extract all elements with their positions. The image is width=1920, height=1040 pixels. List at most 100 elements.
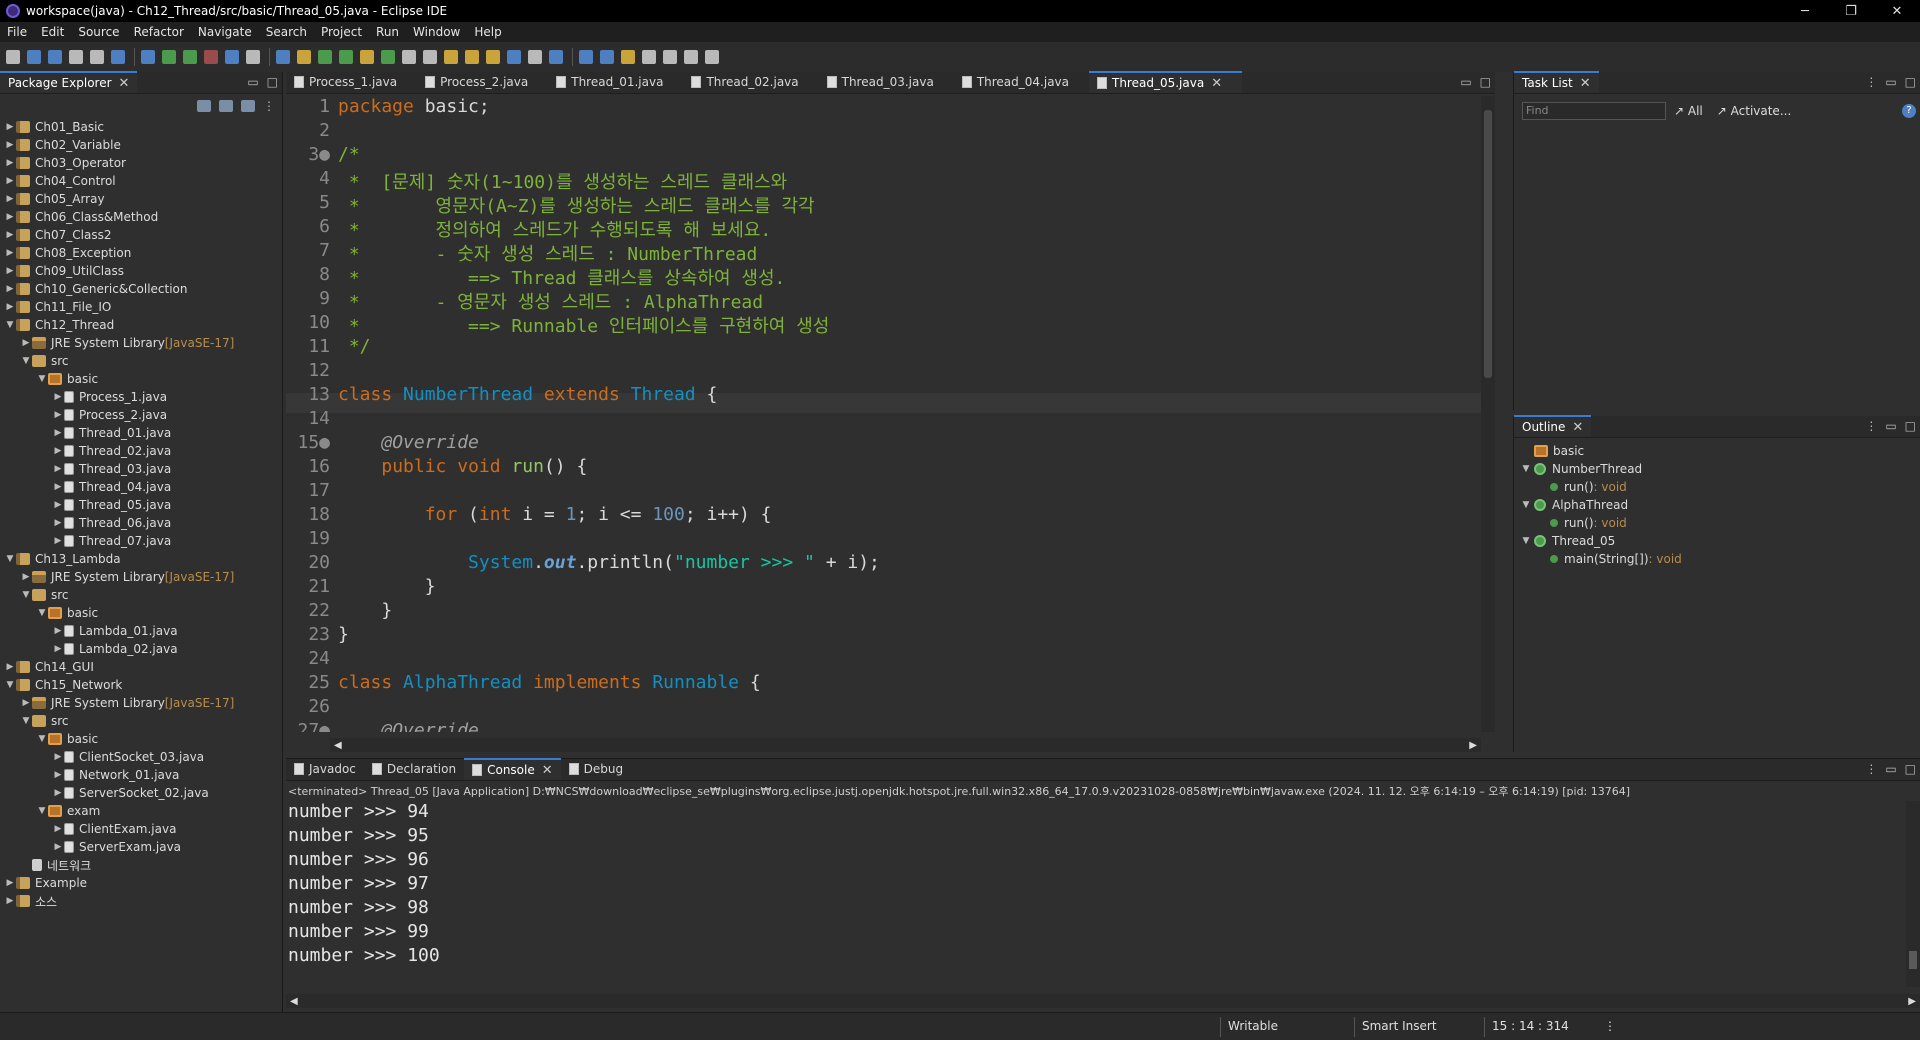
tree-item[interactable]: ▼ basic <box>0 370 283 388</box>
console-hscroll[interactable]: ◀ ▶ <box>286 994 1920 1008</box>
link-editor-icon[interactable] <box>219 100 233 112</box>
scroll-left-icon[interactable]: ◀ <box>334 740 342 751</box>
toolbar-button-icon[interactable] <box>141 50 155 64</box>
outline-item[interactable]: run() : void <box>1518 514 1682 532</box>
tree-item[interactable]: ▼ Ch12_Thread <box>0 316 283 334</box>
toolbar-button-icon[interactable] <box>528 50 542 64</box>
tab-javadoc[interactable]: Javadoc <box>286 758 364 780</box>
chevron-right-icon[interactable]: ▶ <box>4 662 16 672</box>
chevron-right-icon[interactable]: ▶ <box>20 338 32 348</box>
chevron-right-icon[interactable]: ▶ <box>52 842 64 852</box>
help-icon[interactable]: ? <box>1902 104 1916 118</box>
maximize-icon[interactable]: □ <box>267 75 278 89</box>
chevron-right-icon[interactable]: ▶ <box>4 140 16 150</box>
chevron-right-icon[interactable]: ▶ <box>52 446 64 456</box>
view-menu-icon[interactable]: ⋮ <box>263 99 275 113</box>
toolbar-button-icon[interactable] <box>444 50 458 64</box>
toolbar-button-icon[interactable] <box>204 50 218 64</box>
close-icon[interactable]: ✕ <box>119 76 130 91</box>
chevron-right-icon[interactable]: ▶ <box>4 878 16 888</box>
toolbar-button-icon[interactable] <box>684 50 698 64</box>
toolbar-button-icon[interactable] <box>642 50 656 64</box>
tree-item[interactable]: ▼ Ch15_Network <box>0 676 283 694</box>
tree-item[interactable]: ▼ Ch13_Lambda <box>0 550 283 568</box>
status-menu-icon[interactable]: ⋮ <box>1604 1019 1616 1033</box>
minimize-icon[interactable]: ▭ <box>247 75 258 89</box>
tree-item[interactable]: ▶ Thread_04.java <box>0 478 283 496</box>
toolbar-button-icon[interactable] <box>621 50 635 64</box>
chevron-right-icon[interactable]: ▶ <box>4 212 16 222</box>
menu-run[interactable]: Run <box>369 25 406 39</box>
tree-item[interactable]: ▶ Ch01_Basic <box>0 118 283 136</box>
outline-item[interactable]: ▼ AlphaThread <box>1518 496 1682 514</box>
minimize-icon[interactable]: ▭ <box>1885 419 1896 433</box>
chevron-down-icon[interactable]: ▼ <box>4 320 16 330</box>
outline-item[interactable]: ▼ Thread_05 <box>1518 532 1682 550</box>
chevron-down-icon[interactable]: ▼ <box>36 608 48 618</box>
collapse-all-icon[interactable] <box>197 100 211 112</box>
tree-item[interactable]: ▶ ServerSocket_02.java <box>0 784 283 802</box>
scroll-left-icon[interactable]: ◀ <box>290 996 298 1007</box>
chevron-right-icon[interactable]: ▶ <box>52 410 64 420</box>
tree-item[interactable]: ▶ Ch08_Exception <box>0 244 283 262</box>
scroll-right-icon[interactable]: ▶ <box>1908 996 1916 1007</box>
tab-package-explorer[interactable]: Package Explorer ✕ <box>0 71 138 93</box>
chevron-right-icon[interactable]: ▶ <box>4 176 16 186</box>
maximize-icon[interactable]: □ <box>1905 419 1916 433</box>
close-icon[interactable]: ✕ <box>1572 420 1583 435</box>
task-find-input[interactable]: Find <box>1522 102 1666 120</box>
view-menu-icon[interactable]: ⋮ <box>1865 762 1877 776</box>
tree-item[interactable]: ▶ 소스 <box>0 892 283 910</box>
chevron-down-icon[interactable]: ▼ <box>36 374 48 384</box>
close-icon[interactable]: ✕ <box>542 763 553 778</box>
toolbar-button-icon[interactable] <box>402 50 416 64</box>
minimize-button[interactable]: ─ <box>1782 4 1828 19</box>
chevron-down-icon[interactable]: ▼ <box>1518 536 1534 546</box>
tree-item[interactable]: ▶ JRE System Library [JavaSE-17] <box>0 694 283 712</box>
editor-vscroll[interactable] <box>1481 96 1495 732</box>
chevron-right-icon[interactable]: ▶ <box>4 302 16 312</box>
chevron-right-icon[interactable]: ▶ <box>52 482 64 492</box>
view-menu-icon[interactable]: ⋮ <box>1865 75 1877 89</box>
minimize-icon[interactable]: ▭ <box>1885 75 1896 89</box>
menu-file[interactable]: File <box>0 25 34 39</box>
tree-item[interactable]: ▶ JRE System Library [JavaSE-17] <box>0 568 283 586</box>
menu-search[interactable]: Search <box>259 25 314 39</box>
maximize-icon[interactable]: □ <box>1480 75 1491 89</box>
chevron-right-icon[interactable]: ▶ <box>52 392 64 402</box>
maximize-icon[interactable]: □ <box>1905 75 1916 89</box>
menu-help[interactable]: Help <box>467 25 508 39</box>
editor-tab[interactable]: Thread_03.java <box>819 71 954 93</box>
chevron-down-icon[interactable]: ▼ <box>1518 500 1534 510</box>
chevron-right-icon[interactable]: ▶ <box>4 896 16 906</box>
menu-window[interactable]: Window <box>406 25 467 39</box>
outline-item[interactable]: main(String[]) : void <box>1518 550 1682 568</box>
chevron-down-icon[interactable]: ▼ <box>4 554 16 564</box>
tree-item[interactable]: ▶ Thread_05.java <box>0 496 283 514</box>
chevron-right-icon[interactable]: ▶ <box>52 428 64 438</box>
console-output[interactable]: number >>> 94 number >>> 95 number >>> 96 n… <box>288 801 440 969</box>
menu-edit[interactable]: Edit <box>34 25 71 39</box>
chevron-down-icon[interactable]: ▼ <box>36 806 48 816</box>
tree-item[interactable]: ▶ Lambda_01.java <box>0 622 283 640</box>
chevron-down-icon[interactable]: ▼ <box>20 356 32 366</box>
tab-task-list[interactable]: Task List ✕ <box>1514 71 1599 93</box>
tree-item[interactable]: ▼ src <box>0 586 283 604</box>
chevron-right-icon[interactable]: ▶ <box>4 266 16 276</box>
tree-item[interactable]: ▶ Ch02_Variable <box>0 136 283 154</box>
toolbar-button-icon[interactable] <box>705 50 719 64</box>
editor-tab[interactable]: Thread_04.java <box>954 71 1089 93</box>
tree-item[interactable]: ▶ Thread_06.java <box>0 514 283 532</box>
toolbar-button-icon[interactable] <box>48 50 62 64</box>
maximize-button[interactable]: ❐ <box>1828 4 1874 19</box>
close-button[interactable]: ✕ <box>1874 4 1920 19</box>
chevron-right-icon[interactable]: ▶ <box>20 572 32 582</box>
maximize-icon[interactable]: □ <box>1905 762 1916 776</box>
chevron-right-icon[interactable]: ▶ <box>52 788 64 798</box>
chevron-right-icon[interactable]: ▶ <box>20 698 32 708</box>
editor-tab[interactable]: Process_1.java <box>286 71 417 93</box>
tree-item[interactable]: ▼ exam <box>0 802 283 820</box>
chevron-right-icon[interactable]: ▶ <box>52 626 64 636</box>
toolbar-button-icon[interactable] <box>69 50 83 64</box>
tree-item[interactable]: ▶ ClientExam.java <box>0 820 283 838</box>
